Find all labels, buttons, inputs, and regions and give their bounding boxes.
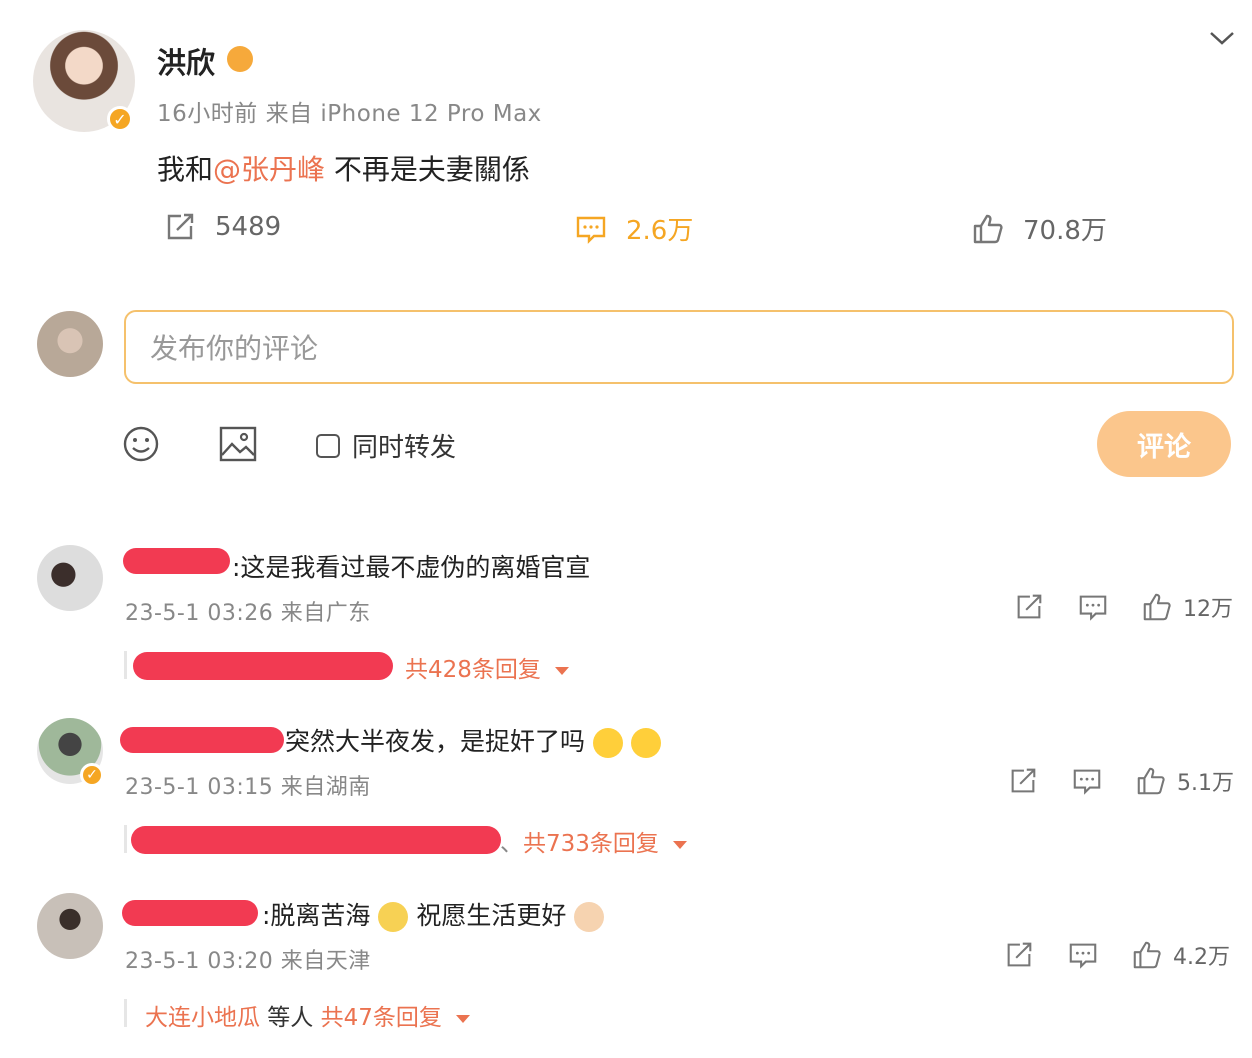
- reply-user[interactable]: 大连小地瓜: [145, 1005, 260, 1031]
- reply-divider: [124, 651, 127, 679]
- comment-meta: 23-5-1 03:15 来自湖南: [125, 775, 371, 800]
- thumbs-up-icon[interactable]: [1135, 765, 1167, 797]
- post-meta: 16小时前 来自 iPhone 12 Pro Max: [157, 94, 542, 128]
- post-text-before: 我和: [157, 153, 214, 186]
- comment-actions: 4.2万: [1003, 939, 1230, 971]
- view-replies-link[interactable]: 、共733条回复: [500, 824, 687, 858]
- author-name[interactable]: 洪欣: [157, 40, 215, 82]
- comment-input[interactable]: 发布你的评论: [124, 310, 1234, 384]
- lightbulb-emoji-icon: [378, 902, 409, 932]
- comment-like-count: 5.1万: [1177, 771, 1234, 796]
- redacted-username: [122, 900, 258, 926]
- comment-icon[interactable]: [1067, 939, 1099, 971]
- reply-divider: [124, 825, 127, 853]
- reply-divider: [124, 999, 127, 1027]
- reply-suffix: 、: [500, 831, 523, 857]
- thumbs-up-icon[interactable]: [1141, 591, 1173, 623]
- reply-count: 共733条回复: [523, 831, 659, 857]
- comment-count: 2.6万: [626, 216, 694, 246]
- expand-caret-icon: [672, 840, 687, 849]
- comment-avatar[interactable]: [37, 893, 103, 959]
- thumbs-up-icon[interactable]: [1131, 939, 1163, 971]
- repost-icon: [167, 213, 194, 240]
- redacted-username: [120, 727, 284, 753]
- like-button[interactable]: 70.8万: [971, 210, 1107, 247]
- comment-meta: 23-5-1 03:20 来自天津: [125, 949, 371, 974]
- comment-text: :这是我看过最不虚伪的离婚官宣: [232, 553, 591, 582]
- expand-caret-icon: [554, 666, 569, 675]
- repost-button[interactable]: 5489: [163, 210, 281, 244]
- submit-comment-button[interactable]: 评论: [1097, 411, 1231, 477]
- redacted-username: [123, 548, 230, 574]
- repost-checkbox-label: 同时转发: [352, 433, 457, 463]
- image-icon[interactable]: [218, 425, 258, 463]
- post-time: 16小时前: [157, 101, 258, 127]
- checkbox-box[interactable]: [316, 433, 340, 458]
- repost-icon[interactable]: [1007, 765, 1039, 797]
- comment-text: :脱离苦海 祝愿生活更好: [262, 896, 605, 932]
- chevron-down-icon[interactable]: [1208, 28, 1236, 48]
- like-count: 70.8万: [1023, 216, 1107, 246]
- comment-icon[interactable]: [1077, 591, 1109, 623]
- comment-like-count: 4.2万: [1173, 945, 1230, 970]
- comment-icon[interactable]: [1071, 765, 1103, 797]
- comment-avatar[interactable]: [37, 545, 103, 611]
- view-replies-link[interactable]: 大连小地瓜 等人 共47条回复: [145, 998, 470, 1032]
- comment-text-part-b: 祝愿生活更好: [416, 901, 567, 930]
- repost-icon[interactable]: [1013, 591, 1045, 623]
- comment-actions: 5.1万: [1007, 765, 1234, 797]
- reply-count: 共428条回复: [405, 657, 541, 683]
- redacted-reply-users: [131, 826, 501, 854]
- expand-caret-icon: [455, 1014, 470, 1023]
- comment-text-part-a: :脱离苦海: [262, 901, 371, 930]
- my-avatar[interactable]: [37, 311, 103, 377]
- vip-crown-icon: [227, 46, 253, 72]
- verified-badge-icon: ✓: [80, 763, 104, 787]
- post-text-after: 不再是夫妻關係: [325, 153, 530, 186]
- post-body: 我和@张丹峰 不再是夫妻關係: [157, 148, 530, 188]
- verified-badge-icon: ✓: [107, 106, 133, 132]
- comment-text: 突然大半夜发，是捉奸了吗: [285, 722, 661, 758]
- redacted-reply-users: [133, 652, 393, 680]
- comment-icon: [576, 216, 606, 244]
- mention-link[interactable]: @张丹峰: [213, 153, 325, 186]
- fist-emoji-icon: [574, 902, 605, 932]
- repost-checkbox[interactable]: 同时转发: [316, 427, 456, 464]
- repost-count: 5489: [215, 212, 282, 242]
- shocked-emoji-icon: [630, 728, 661, 758]
- comment-text-content: 突然大半夜发，是捉奸了吗: [285, 727, 586, 756]
- reply-count: 共47条回复: [320, 1005, 442, 1031]
- emoji-icon[interactable]: [122, 425, 160, 463]
- post-source: 来自 iPhone 12 Pro Max: [265, 101, 542, 127]
- repost-icon[interactable]: [1003, 939, 1035, 971]
- thumbs-up-icon: [973, 214, 1003, 243]
- reply-mid: 等人: [260, 1005, 321, 1031]
- comment-button[interactable]: 2.6万: [574, 210, 693, 247]
- shocked-emoji-icon: [592, 728, 623, 758]
- comment-actions: 12万: [1013, 591, 1233, 623]
- comment-input-placeholder: 发布你的评论: [150, 332, 319, 365]
- comment-like-count: 12万: [1183, 597, 1233, 622]
- comment-meta: 23-5-1 03:26 来自广东: [125, 601, 371, 626]
- view-replies-link[interactable]: 共428条回复: [405, 650, 569, 684]
